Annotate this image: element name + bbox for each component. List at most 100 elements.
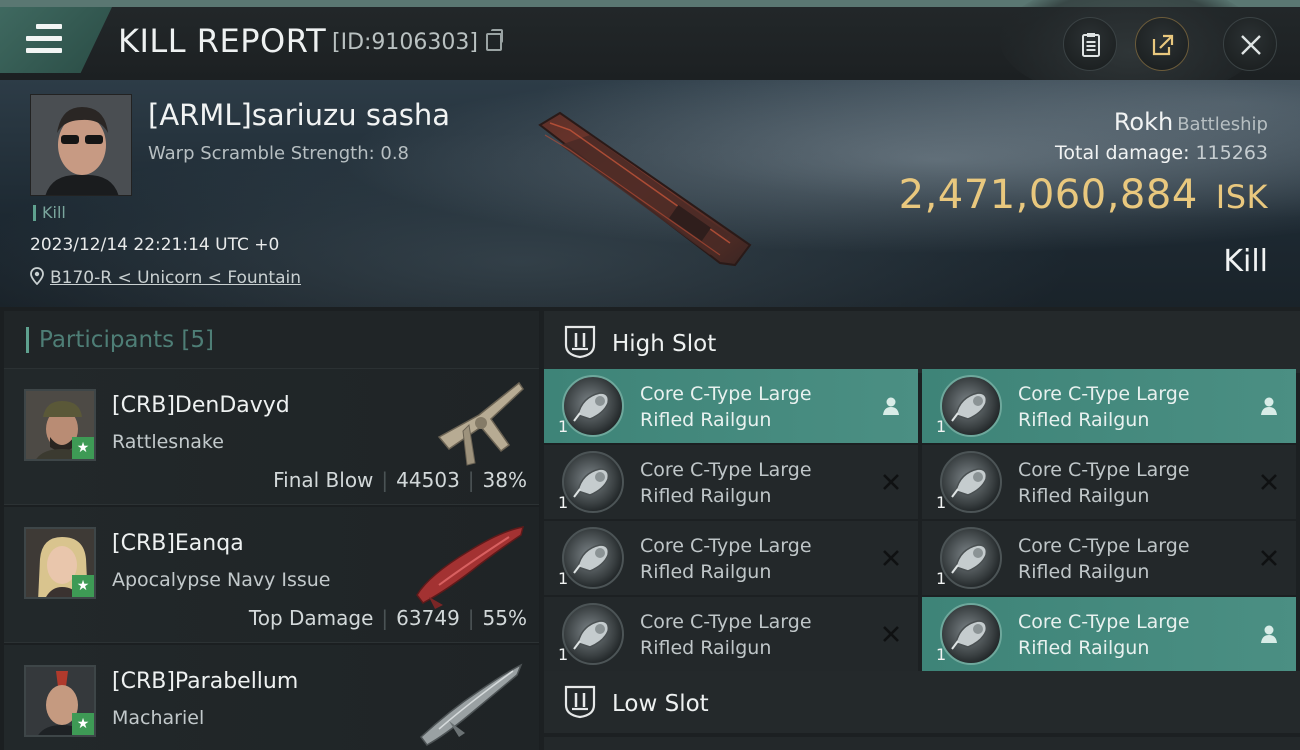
participant-name: [CRB]Parabellum	[112, 669, 299, 694]
destroyed-x-icon	[880, 547, 902, 569]
participants-title: Participants	[39, 327, 175, 353]
person-icon	[880, 395, 902, 417]
module-item[interactable]: 1 Core C-Type Large Rifled Railgun	[922, 597, 1296, 671]
module-item[interactable]: 1 Core C-Type Large Rifled Railgun	[922, 369, 1296, 443]
low-slot-icon	[564, 685, 596, 719]
victim-avatar[interactable]	[30, 94, 132, 196]
participant-stats: Top Damage | 63749 | 55%	[248, 606, 527, 630]
low-slot-items	[544, 737, 1300, 750]
railgun-icon	[940, 451, 1002, 513]
kill-datetime: 2023/12/14 22:21:14 UTC +0	[30, 235, 280, 255]
victim-name: [ARML]sariuzu sasha	[148, 98, 450, 132]
ship-name: Rokh	[1113, 108, 1174, 136]
location-pin-icon	[30, 267, 44, 286]
participant-ship: Machariel	[112, 707, 205, 729]
module-item[interactable]: 1 Core C-Type Large Rifled Railgun	[544, 369, 918, 443]
participant-damage: 44503	[396, 468, 460, 492]
page-title: KILL REPORT	[118, 22, 327, 60]
participant-ship: Rattlesnake	[112, 431, 224, 453]
module-item[interactable]: 1 Core C-Type Large Rifled Railgun	[544, 597, 918, 671]
participant-role: Top Damage	[248, 606, 374, 630]
module-name: Core C-Type Large Rifled Railgun	[1018, 533, 1248, 585]
participants-header: Participants [5]	[4, 311, 539, 369]
total-damage-label: Total damage:	[1055, 142, 1190, 164]
clipboard-button[interactable]	[1063, 17, 1117, 71]
warp-scramble-strength: Warp Scramble Strength: 0.8	[148, 143, 410, 164]
isk-value: 2,471,060,884 ISK	[899, 172, 1268, 218]
location-text: B170-R < Unicorn < Fountain	[50, 268, 302, 288]
close-icon	[1241, 35, 1261, 55]
module-name: Core C-Type Large Rifled Railgun	[640, 533, 870, 585]
report-id: [ID:9106303]	[332, 30, 478, 55]
module-item[interactable]: 1 Core C-Type Large Rifled Railgun	[544, 445, 918, 519]
person-icon	[1258, 623, 1280, 645]
participant-name: [CRB]DenDavyd	[112, 393, 290, 418]
high-slot-icon	[564, 325, 596, 359]
victim-ship-image	[538, 111, 752, 267]
module-item[interactable]: 1 Core C-Type Large Rifled Railgun	[922, 521, 1296, 595]
module-name-line2: Rifled Railgun	[1018, 561, 1150, 583]
participant-percent: 38%	[482, 468, 527, 492]
module-name-line2: Rifled Railgun	[640, 485, 772, 507]
module-name: Core C-Type Large Rifled Railgun	[640, 609, 870, 661]
module-name-line1: Core C-Type Large	[1018, 535, 1190, 557]
participant-ship-image	[437, 381, 524, 466]
railgun-icon	[562, 375, 624, 437]
module-name: Core C-Type Large Rifled Railgun	[640, 381, 870, 433]
result-label: Kill	[1223, 244, 1268, 279]
total-damage-value: 115263	[1195, 142, 1268, 164]
participant-ship-image	[416, 526, 525, 609]
destroyed-x-icon	[1258, 547, 1280, 569]
participant-ship-image	[419, 663, 523, 746]
railgun-icon	[940, 375, 1002, 437]
module-name-line1: Core C-Type Large	[640, 459, 812, 481]
star-icon: ★	[72, 575, 94, 597]
participants-count: [5]	[181, 327, 215, 353]
module-name: Core C-Type Large Rifled Railgun	[1018, 609, 1248, 661]
module-quantity: 1	[558, 569, 569, 588]
railgun-icon	[562, 603, 624, 665]
participant-name: [CRB]Eanqa	[112, 531, 244, 556]
low-slot-header: Low Slot	[544, 671, 1300, 733]
module-name-line2: Rifled Railgun	[640, 409, 772, 431]
participants-label: Participants [5]	[26, 327, 214, 353]
module-quantity: 1	[558, 493, 569, 512]
isk-amount: 2,471,060,884	[898, 172, 1198, 218]
copy-icon[interactable]	[486, 29, 503, 51]
destroyed-x-icon	[1258, 471, 1280, 493]
module-quantity: 1	[936, 569, 947, 588]
location-link[interactable]: B170-R < Unicorn < Fountain	[30, 267, 301, 288]
module-name-line1: Core C-Type Large	[1018, 383, 1190, 405]
module-name-line1: Core C-Type Large	[640, 611, 812, 633]
victim-panel: [ARML]sariuzu sasha Warp Scramble Streng…	[0, 80, 1300, 307]
low-slot-label: Low Slot	[612, 691, 709, 717]
participant-stats: Final Blow | 44503 | 38%	[273, 468, 527, 492]
railgun-icon	[562, 527, 624, 589]
participant-row[interactable]: ★ [CRB]Eanqa Apocalypse Navy Issue Top D…	[4, 507, 539, 643]
module-item[interactable]: 1 Core C-Type Large Rifled Railgun	[922, 445, 1296, 519]
menu-button[interactable]	[0, 7, 112, 73]
module-name-line2: Rifled Railgun	[640, 637, 772, 659]
star-icon: ★	[72, 713, 94, 735]
participant-role: Final Blow	[273, 468, 374, 492]
module-name-line1: Core C-Type Large	[640, 535, 812, 557]
star-icon: ★	[72, 437, 94, 459]
total-damage: Total damage: 115263	[1055, 142, 1268, 164]
module-name-line1: Core C-Type Large	[1018, 611, 1190, 633]
participant-percent: 55%	[482, 606, 527, 630]
participants-panel: Participants [5] ★ [CRB]DenDavyd Rattles…	[0, 307, 540, 750]
participant-row[interactable]: ★ [CRB]DenDavyd Rattlesnake Final Blow | 4…	[4, 369, 539, 505]
participant-row[interactable]: ★ [CRB]Parabellum Machariel	[4, 645, 539, 750]
module-name-line1: Core C-Type Large	[1018, 459, 1190, 481]
fitting-panel: High Slot 1 Core C-Type Large Rifled Railg…	[540, 307, 1300, 750]
participant-damage: 63749	[396, 606, 460, 630]
module-item[interactable]: 1 Core C-Type Large Rifled Railgun	[544, 521, 918, 595]
module-name-line2: Rifled Railgun	[1018, 637, 1150, 659]
share-button[interactable]	[1135, 17, 1189, 71]
close-button[interactable]	[1223, 17, 1277, 71]
share-icon	[1152, 34, 1174, 56]
ship-class: Battleship	[1177, 114, 1268, 135]
hamburger-icon	[26, 24, 62, 54]
clipboard-icon	[1082, 33, 1100, 57]
destroyed-x-icon	[880, 471, 902, 493]
